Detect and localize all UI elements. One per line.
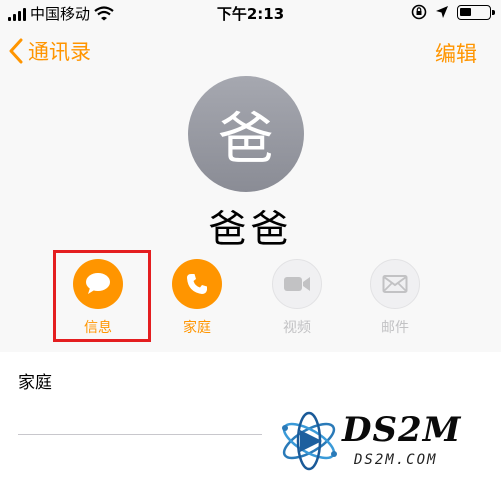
back-button[interactable]: 通讯录 [8, 36, 91, 66]
phone-type-label[interactable]: 家庭 [18, 368, 52, 393]
divider [18, 434, 262, 435]
mail-label: 邮件 [381, 320, 409, 336]
nav-bar: 通讯录 编辑 [0, 34, 501, 74]
video-button[interactable] [272, 259, 322, 309]
status-right [411, 4, 495, 20]
contact-name: 爸爸 [208, 207, 293, 251]
battery-icon [457, 4, 495, 20]
highlight-box [53, 250, 151, 342]
back-label: 通讯录 [28, 40, 91, 64]
avatar-initial: 爸 [218, 106, 274, 172]
mail-icon [382, 275, 408, 293]
video-icon [284, 277, 310, 291]
call-action[interactable]: 家庭 [157, 259, 237, 337]
watermark-title: DS2M [342, 410, 462, 450]
call-label: 家庭 [183, 320, 211, 336]
watermark: DS2M DS2M.COM [276, 408, 496, 478]
video-label: 视频 [283, 320, 311, 336]
call-button[interactable] [172, 259, 222, 309]
mail-button[interactable] [370, 259, 420, 309]
status-bar: 中国移动 下午2:13 [0, 0, 501, 24]
phone-icon [187, 274, 207, 294]
edit-button[interactable]: 编辑 [435, 38, 477, 68]
orientation-lock-icon [411, 4, 427, 20]
watermark-subtitle: DS2M.COM [354, 452, 438, 468]
atom-logo-icon [282, 411, 337, 471]
chevron-left-icon [9, 38, 23, 64]
video-action[interactable]: 视频 [257, 259, 337, 337]
mail-action[interactable]: 邮件 [355, 259, 435, 337]
location-icon [436, 6, 448, 18]
avatar: 爸 [188, 76, 304, 192]
